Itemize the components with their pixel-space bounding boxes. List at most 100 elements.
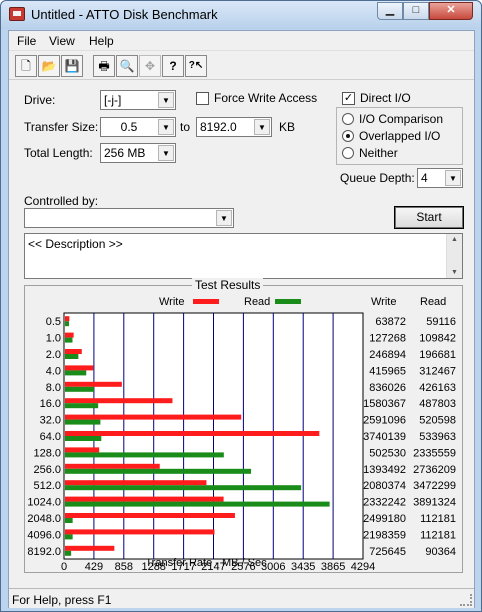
chevron-down-icon[interactable]: ▼ (216, 210, 232, 226)
read-bar (65, 403, 99, 409)
results-chart: Write Read Write Read 0 429 858 1288 1717 214… (27, 296, 456, 573)
read-value: 2736209 (413, 464, 456, 476)
controlled-by-select[interactable]: ▼ (24, 208, 234, 228)
resize-grip-icon[interactable] (460, 594, 472, 606)
x-axis-label: Transfer Rate - MB / Sec (145, 557, 267, 569)
overlapped-io-label: Overlapped I/O (359, 129, 441, 143)
transfer-unit-label: KB (279, 120, 296, 134)
queue-depth-label: Queue Depth: (340, 171, 415, 185)
write-bar (65, 431, 320, 436)
scroll-down-icon[interactable]: ▼ (447, 269, 462, 276)
maximize-icon: □ (412, 4, 420, 16)
description-box[interactable]: << Description >> ▲ ▼ (24, 233, 463, 279)
description-text: << Description >> (28, 237, 123, 251)
new-button[interactable]: 🗋 (15, 55, 37, 77)
read-bar (65, 354, 79, 359)
queue-depth-select[interactable]: 4 ▼ (417, 168, 463, 188)
drive-select[interactable]: [-j-] ▼ (100, 90, 176, 110)
write-bar (65, 513, 235, 518)
y-tick-label: 64.0 (40, 431, 61, 443)
print-preview-button[interactable]: 🔍 (116, 55, 138, 77)
chevron-down-icon[interactable]: ▼ (158, 145, 174, 161)
read-value: 112181 (420, 529, 456, 541)
write-bar (65, 332, 74, 338)
description-scrollbar[interactable]: ▲ ▼ (446, 234, 462, 278)
read-bar (65, 436, 102, 441)
total-length-select[interactable]: 256 MB ▼ (100, 143, 176, 163)
y-tick-label: 256.0 (33, 464, 61, 476)
menu-bar: File View Help (9, 31, 474, 51)
read-bar (65, 534, 73, 540)
write-bar (65, 365, 94, 371)
title-bar[interactable]: Untitled - ATTO Disk Benchmark ▁ □ ✕ (1, 1, 481, 29)
chevron-down-icon[interactable]: ▼ (445, 170, 461, 186)
read-value: 3891324 (413, 497, 456, 509)
write-bar (65, 480, 207, 486)
menu-file[interactable]: File (17, 34, 36, 48)
print-button[interactable]: 🖶 (93, 55, 115, 77)
write-bar (65, 496, 224, 502)
read-value: 426163 (419, 382, 456, 394)
io-comparison-label: I/O Comparison (359, 112, 444, 126)
write-bar (65, 414, 242, 420)
write-bar (65, 381, 122, 387)
chevron-down-icon[interactable]: ▼ (254, 119, 270, 135)
x-tick-label: 0 (61, 561, 67, 573)
read-value: 3472299 (413, 480, 456, 492)
read-bar (65, 386, 94, 392)
minimize-button[interactable]: ▁ (377, 2, 403, 20)
neither-label: Neither (359, 146, 398, 160)
chevron-down-icon[interactable]: ▼ (158, 92, 174, 108)
neither-radio[interactable] (342, 147, 354, 159)
write-value: 2499180 (363, 513, 406, 525)
open-button[interactable]: 📂 (38, 55, 60, 77)
y-tick-label: 0.5 (46, 316, 61, 328)
transfer-to-select[interactable]: 8192.0 ▼ (196, 117, 272, 137)
x-tick-label: 858 (115, 561, 133, 573)
write-value: 415965 (369, 365, 406, 377)
y-tick-label: 8192.0 (27, 546, 61, 558)
toolbar: 🗋 📂 💾 🖶 🔍 ✥ ? ?↖ (9, 52, 474, 80)
read-bar (65, 550, 72, 556)
write-value: 725645 (369, 546, 406, 558)
write-value: 2198359 (363, 529, 406, 541)
chevron-down-icon[interactable]: ▼ (158, 119, 174, 135)
scroll-up-icon[interactable]: ▲ (447, 236, 462, 243)
context-help-button[interactable]: ?↖ (185, 55, 207, 77)
controlled-by-label: Controlled by: (24, 194, 99, 208)
status-bar: For Help, press F1 (9, 588, 474, 608)
x-tick-label: 4294 (351, 561, 375, 573)
y-tick-label: 512.0 (33, 480, 61, 492)
menu-view[interactable]: View (49, 34, 75, 48)
write-value: 502530 (369, 447, 406, 459)
transfer-to-value: 8192.0 (200, 120, 237, 134)
total-length-value: 256 MB (104, 146, 146, 160)
y-tick-label: 8.0 (46, 382, 61, 394)
maximize-button[interactable]: □ (403, 2, 429, 20)
transfer-from-select[interactable]: 0.5 ▼ (100, 117, 176, 137)
write-bar (65, 316, 70, 322)
close-button[interactable]: ✕ (429, 2, 473, 20)
y-tick-label: 128.0 (33, 447, 61, 459)
help-button[interactable]: ? (162, 55, 184, 77)
write-value: 127268 (369, 333, 406, 345)
read-value: 2335559 (413, 447, 456, 459)
new-file-icon: 🗋 (21, 59, 31, 73)
legend-write-swatch (193, 299, 219, 304)
start-button[interactable]: Start (394, 206, 464, 229)
save-icon: 💾 (64, 59, 80, 73)
x-tick-label: 429 (85, 561, 103, 573)
move-button[interactable]: ✥ (139, 55, 161, 77)
menu-help[interactable]: Help (89, 34, 114, 48)
direct-io-checkbox[interactable]: ✓ (342, 92, 355, 105)
legend-write-label: Write (159, 296, 184, 308)
read-value: 90364 (425, 546, 456, 558)
force-write-label: Force Write Access (214, 91, 318, 105)
read-value: 312467 (419, 365, 456, 377)
io-comparison-radio[interactable] (342, 113, 354, 125)
move-icon: ✥ (144, 59, 156, 73)
force-write-checkbox[interactable] (196, 92, 209, 105)
save-button[interactable]: 💾 (61, 55, 83, 77)
overlapped-io-radio[interactable] (342, 130, 354, 142)
transfer-to-label: to (180, 120, 191, 134)
